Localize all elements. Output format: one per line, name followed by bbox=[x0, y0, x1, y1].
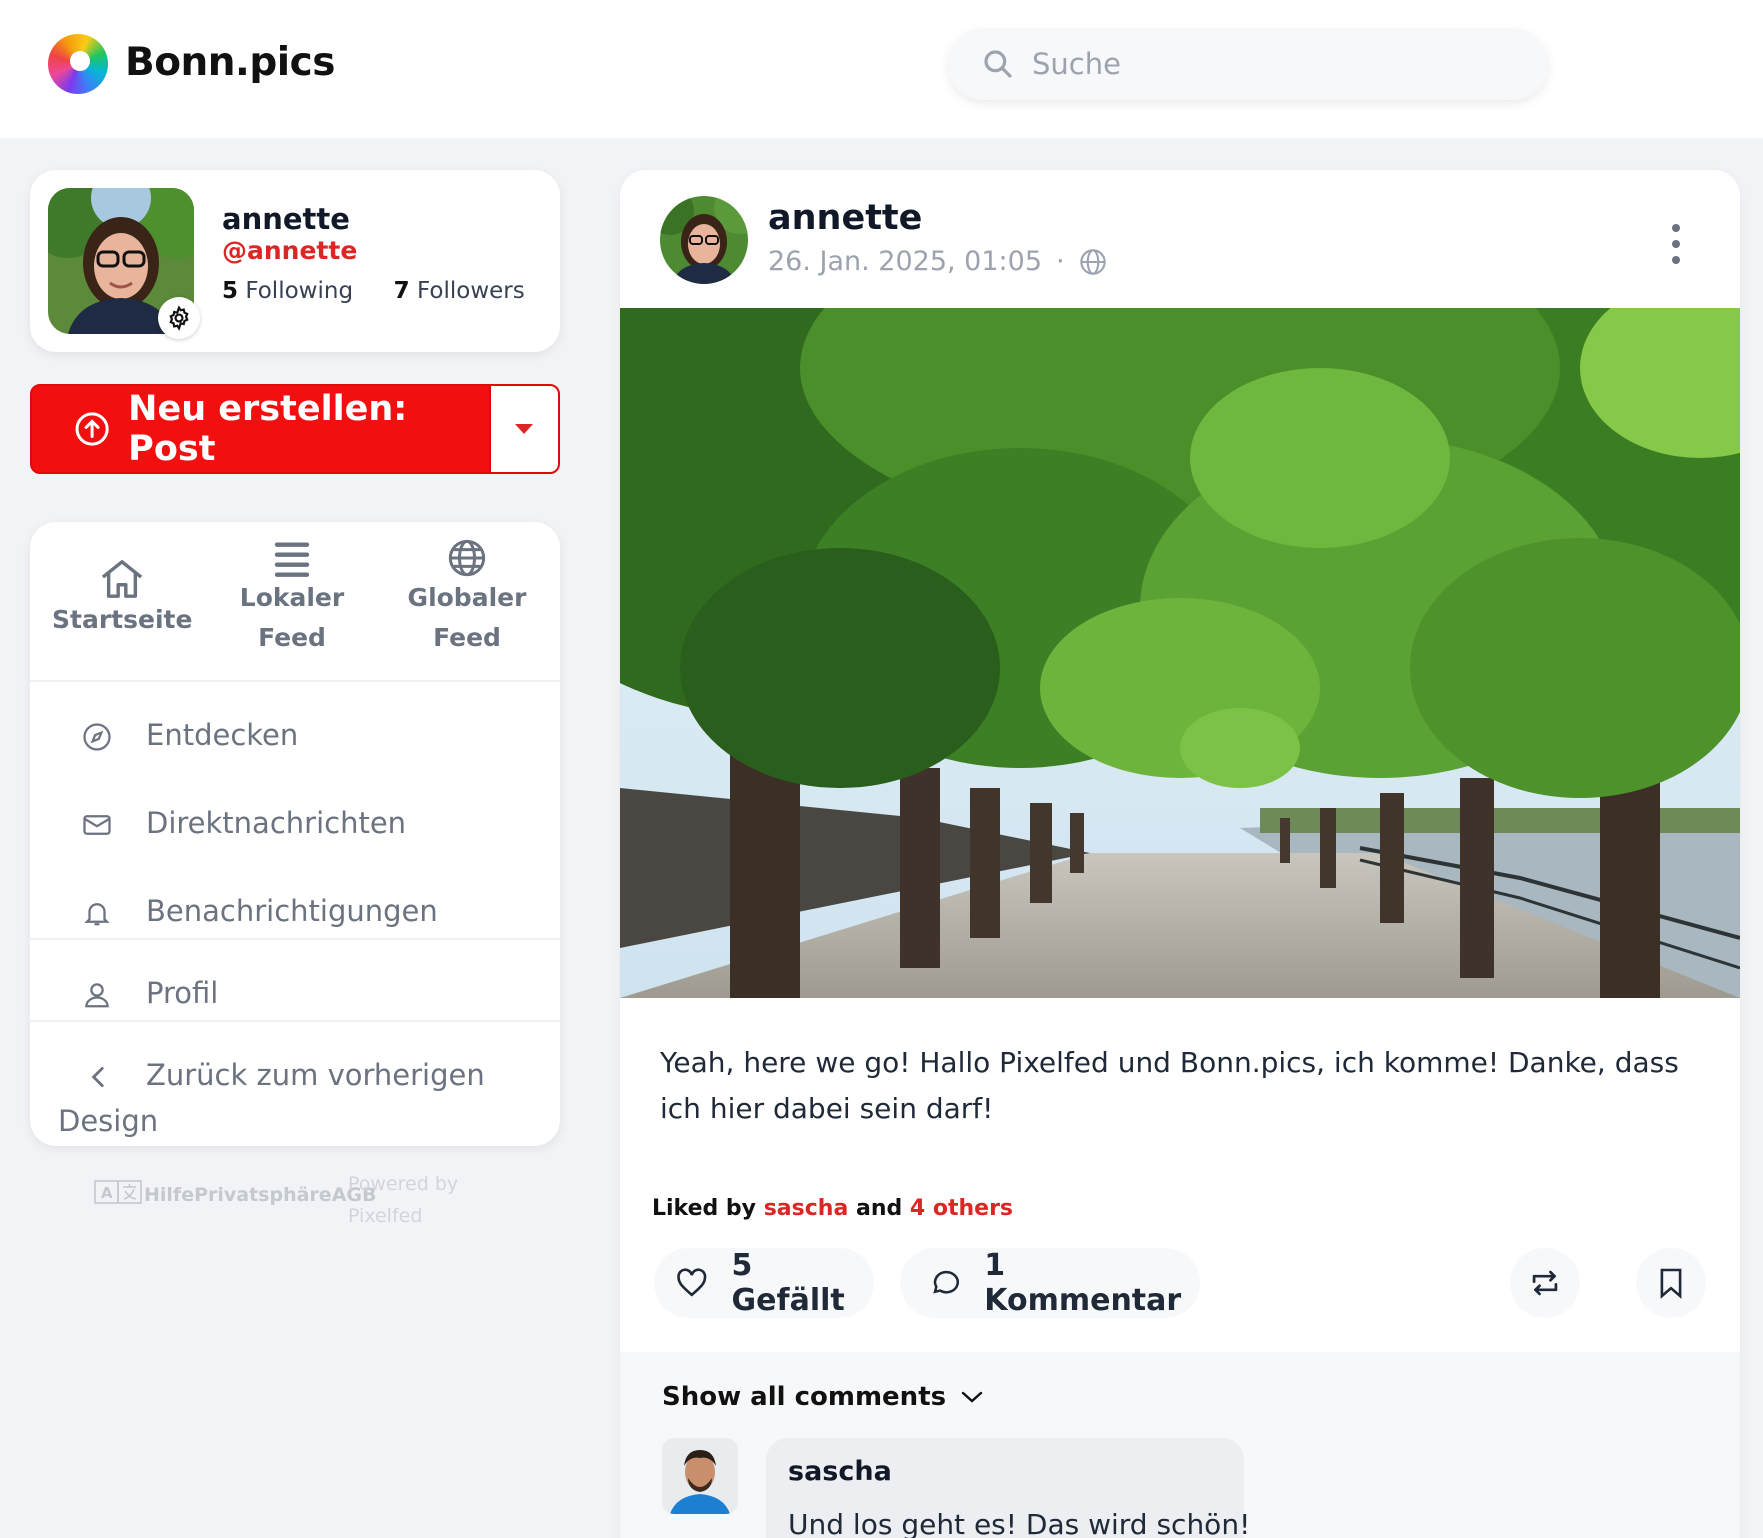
tab-global-feed[interactable]: Globaler Feed bbox=[392, 522, 542, 682]
comment-text: Und los geht es! Das wird schön! bbox=[788, 1508, 1251, 1538]
liked-user-link[interactable]: sascha bbox=[764, 1196, 849, 1221]
create-type-dropdown[interactable] bbox=[488, 386, 558, 472]
list-icon bbox=[274, 542, 310, 577]
compass-icon bbox=[83, 723, 111, 751]
tab-local-feed-label-2: Feed bbox=[258, 623, 326, 652]
followers-link[interactable]: 7 Followers bbox=[394, 278, 525, 304]
tab-global-feed-label-2: Feed bbox=[433, 623, 501, 652]
tab-home-label: Startseite bbox=[52, 605, 193, 634]
post-card: annette 26. Jan. 2025, 01:05 · Yeah, her… bbox=[620, 170, 1740, 1538]
comment-icon bbox=[933, 1270, 959, 1294]
feed-tabs: Startseite Lokaler Feed Globaler Feed bbox=[30, 522, 560, 682]
svg-text:A: A bbox=[101, 1184, 113, 1202]
nav-item-back-to-old-design[interactable]: Zurück zum vorherigen Design bbox=[30, 1058, 560, 1148]
globe-icon bbox=[448, 539, 486, 577]
gear-icon bbox=[169, 305, 189, 331]
bell-icon bbox=[84, 903, 110, 926]
top-bar: Bonn.pics bbox=[0, 0, 1763, 138]
nav-item-label: Profil bbox=[146, 976, 219, 1010]
tab-local-feed[interactable]: Lokaler Feed bbox=[222, 522, 362, 682]
user-icon bbox=[85, 983, 109, 1008]
more-vertical-icon[interactable] bbox=[1656, 214, 1696, 274]
like-count: 5 Gefällt bbox=[731, 1248, 845, 1318]
post-date[interactable]: 26. Jan. 2025, 01:05 bbox=[768, 246, 1042, 277]
back-label-line1: Zurück zum vorherigen bbox=[146, 1058, 485, 1092]
chevron-left-icon bbox=[91, 1066, 104, 1088]
logo-icon[interactable] bbox=[48, 34, 108, 94]
caret-down-icon bbox=[515, 424, 534, 434]
create-post-button[interactable]: Neu erstellen: Post bbox=[32, 386, 489, 472]
translate-icon[interactable]: A bbox=[94, 1180, 142, 1204]
tab-global-feed-label-1: Globaler bbox=[407, 583, 527, 612]
bookmark-icon bbox=[1660, 1268, 1682, 1299]
tab-home[interactable]: Startseite bbox=[52, 522, 192, 682]
nav-item-notifications[interactable]: Benachrichtigungen bbox=[30, 894, 560, 934]
globe-icon bbox=[1079, 248, 1106, 275]
commenter-avatar[interactable] bbox=[662, 1438, 738, 1514]
liked-others-link[interactable]: 4 others bbox=[910, 1196, 1013, 1221]
heart-icon bbox=[677, 1268, 707, 1297]
back-label-line2: Design bbox=[58, 1104, 159, 1138]
nav-item-profile[interactable]: Profil bbox=[30, 976, 560, 1016]
powered-by-line1: Powered by bbox=[348, 1173, 459, 1195]
post-author-name[interactable]: annette bbox=[768, 198, 922, 238]
post-photo[interactable] bbox=[620, 308, 1740, 998]
profile-card: annette @annette 5 Following 7 Followers bbox=[30, 170, 560, 352]
powered-by-line2: Pixelfed bbox=[348, 1205, 423, 1227]
profile-name[interactable]: annette bbox=[222, 202, 350, 236]
powered-by[interactable]: Powered by Pixelfed bbox=[348, 1168, 478, 1232]
brand-name[interactable]: Bonn.pics bbox=[125, 40, 335, 85]
post-meta: 26. Jan. 2025, 01:05 · bbox=[768, 246, 1107, 277]
show-all-comments-button[interactable]: Show all comments bbox=[662, 1382, 984, 1412]
nav-item-label: Entdecken bbox=[146, 718, 299, 752]
nav-item-label: Benachrichtigungen bbox=[146, 894, 438, 928]
create-post-label: Neu erstellen: Post bbox=[128, 389, 408, 469]
navigation-menu: Startseite Lokaler Feed Globaler Feed En… bbox=[30, 522, 560, 1146]
comment-button[interactable]: 1 Kommentar bbox=[900, 1248, 1200, 1318]
chevron-down-icon bbox=[961, 1391, 983, 1403]
settings-badge[interactable] bbox=[158, 297, 200, 339]
nav-item-messages[interactable]: Direktnachrichten bbox=[30, 806, 560, 846]
profile-handle[interactable]: @annette bbox=[222, 236, 357, 265]
nav-item-discover[interactable]: Entdecken bbox=[30, 718, 560, 758]
create-post-control: Neu erstellen: Post bbox=[30, 384, 560, 474]
search-input[interactable] bbox=[1032, 42, 1512, 86]
tab-local-feed-label-1: Lokaler bbox=[239, 583, 345, 612]
search-bar[interactable] bbox=[948, 28, 1548, 100]
comments-section: Show all comments sascha Und los geht es… bbox=[620, 1352, 1740, 1538]
nav-item-label: Direktnachrichten bbox=[146, 806, 407, 840]
post-author-avatar[interactable] bbox=[660, 196, 748, 284]
home-icon bbox=[101, 560, 143, 598]
comment-count: 1 Kommentar bbox=[984, 1248, 1182, 1318]
liked-by: Liked by sascha and 4 others bbox=[652, 1196, 1013, 1221]
post-caption: Yeah, here we go! Hallo Pixelfed und Bon… bbox=[660, 1046, 1679, 1125]
upload-icon bbox=[75, 412, 109, 446]
divider bbox=[30, 938, 560, 940]
footer-links[interactable]: HilfePrivatsphäreAGB bbox=[144, 1184, 376, 1206]
search-icon bbox=[984, 50, 1012, 78]
divider bbox=[30, 1020, 560, 1022]
show-all-comments-label: Show all comments bbox=[662, 1382, 947, 1412]
comment-bubble: sascha Und los geht es! Das wird schön! bbox=[766, 1438, 1250, 1538]
liked-prefix: Liked by bbox=[652, 1196, 757, 1221]
profile-stats: 5 Following 7 Followers bbox=[222, 278, 525, 304]
like-button[interactable]: 5 Gefällt bbox=[654, 1248, 874, 1318]
repost-icon bbox=[1532, 1270, 1558, 1296]
commenter-name[interactable]: sascha bbox=[788, 1456, 892, 1487]
following-link[interactable]: 5 Following bbox=[222, 278, 353, 304]
liked-and: and bbox=[855, 1196, 903, 1221]
repost-button[interactable] bbox=[1510, 1248, 1580, 1318]
mail-icon bbox=[83, 815, 111, 835]
meta-separator: · bbox=[1056, 246, 1065, 277]
bookmark-button[interactable] bbox=[1636, 1248, 1706, 1318]
